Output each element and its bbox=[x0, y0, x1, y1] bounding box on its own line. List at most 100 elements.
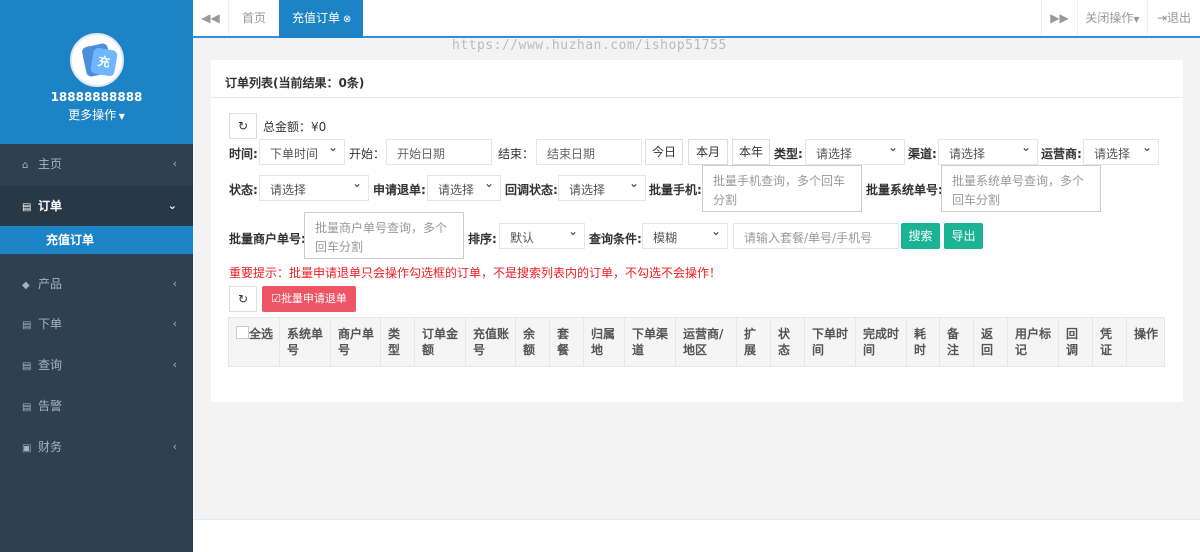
this-month-button[interactable]: 本月 bbox=[688, 139, 728, 165]
type-select[interactable]: 请选择 bbox=[805, 139, 905, 165]
home-icon: ⌂ bbox=[22, 160, 29, 171]
avatar[interactable]: 充 bbox=[70, 33, 124, 87]
warning-text: 重要提示：批量申请退单只会操作勾选框的订单，不是搜索列表内的订单，不勾选不会操作… bbox=[229, 266, 722, 280]
column-header: 操作 bbox=[1134, 327, 1159, 341]
sidebar-item-alerts[interactable]: ▤ 告警 bbox=[0, 386, 193, 426]
scroll-right-button[interactable]: ▶▶ bbox=[1041, 0, 1077, 36]
column-header: 备注 bbox=[940, 318, 974, 366]
query-condition-select[interactable]: 模糊 bbox=[642, 223, 728, 249]
time-label: 时间: bbox=[229, 147, 258, 161]
column-header: 全选 bbox=[249, 327, 274, 341]
column-header: 状态 bbox=[771, 318, 805, 366]
batch-merchant-no-textarea[interactable]: 批量商户单号查询，多个回车分割 bbox=[304, 212, 464, 259]
double-left-icon: ◀◀ bbox=[201, 11, 220, 25]
export-button[interactable]: 导出 bbox=[944, 223, 983, 249]
column-header: 完成时间 bbox=[856, 318, 907, 366]
column-header: 下单渠道 bbox=[625, 318, 676, 366]
refresh-button[interactable]: ↻ bbox=[229, 113, 257, 139]
column-header: 凭证 bbox=[1093, 318, 1127, 366]
close-icon[interactable]: ⊗ bbox=[343, 14, 351, 25]
tab-home[interactable]: 首页 bbox=[229, 0, 279, 36]
logout-button[interactable]: ⇥退出 bbox=[1147, 0, 1200, 36]
sidebar-item-label: 下单 bbox=[38, 317, 63, 331]
sidebar-item-label: 财务 bbox=[38, 440, 63, 454]
tab-label: 充值订单 bbox=[292, 11, 341, 25]
batch-refund-button[interactable]: ☑批量申请退单 bbox=[262, 286, 356, 312]
sidebar-subitem-recharge-orders[interactable]: 充值订单 bbox=[0, 226, 193, 254]
sidebar-item-home[interactable]: ⌂ 主页 ‹ bbox=[0, 144, 193, 184]
batch-refund-label: 批量申请退单 bbox=[280, 292, 347, 305]
refresh-icon: ↻ bbox=[237, 292, 249, 306]
sidebar-item-query[interactable]: ▤ 查询 ‹ bbox=[0, 345, 193, 385]
operator-label: 运营商: bbox=[1041, 147, 1082, 161]
column-header: 余额 bbox=[516, 318, 550, 366]
sidebar-item-label: 产品 bbox=[38, 277, 63, 291]
column-header: 运营商/地区 bbox=[676, 318, 737, 366]
sidebar-item-place-order[interactable]: ▤ 下单 ‹ bbox=[0, 304, 193, 344]
batch-phone-textarea[interactable]: 批量手机查询，多个回车分割 bbox=[702, 165, 862, 212]
channel-select[interactable]: 请选择 bbox=[938, 139, 1038, 165]
sign-out-icon: ⇥ bbox=[1156, 11, 1168, 25]
column-header: 充值账号 bbox=[466, 318, 516, 366]
total-amount: 总金额：¥0 bbox=[263, 120, 327, 134]
refund-select[interactable]: 请选择 bbox=[427, 175, 501, 201]
scroll-left-button[interactable]: ◀◀ bbox=[193, 0, 229, 36]
sidebar-item-products[interactable]: ◆ 产品 ‹ bbox=[0, 264, 193, 304]
select-all-checkbox[interactable] bbox=[236, 326, 249, 339]
operator-select[interactable]: 请选择 bbox=[1083, 139, 1159, 165]
caret-down-icon: ▼ bbox=[1133, 15, 1140, 24]
time-select[interactable]: 下单时间 bbox=[259, 139, 345, 165]
column-header: 回调 bbox=[1059, 318, 1093, 366]
callback-status-select[interactable]: 请选择 bbox=[558, 175, 646, 201]
column-header: 返回 bbox=[974, 318, 1008, 366]
logout-label: 退出 bbox=[1167, 11, 1192, 25]
file-icon: ▤ bbox=[22, 320, 32, 331]
search-button[interactable]: 搜索 bbox=[901, 223, 940, 249]
start-date-input[interactable]: 开始日期 bbox=[386, 139, 492, 165]
file-icon: ▤ bbox=[22, 202, 32, 213]
end-label: 结束： bbox=[498, 147, 535, 161]
channel-label: 渠道: bbox=[908, 147, 937, 161]
sidebar-item-label: 订单 bbox=[38, 199, 63, 213]
status-select[interactable]: 请选择 bbox=[259, 175, 369, 201]
money-icon: ▣ bbox=[22, 443, 32, 454]
chevron-down-icon: ⌄ bbox=[167, 199, 177, 212]
cube-icon: ◆ bbox=[22, 280, 30, 291]
close-operations-dropdown[interactable]: 关闭操作▼ bbox=[1077, 0, 1147, 36]
avatar-glyph: 充 bbox=[89, 47, 119, 77]
table-refresh-button[interactable]: ↻ bbox=[229, 286, 257, 312]
column-header: 耗时 bbox=[907, 318, 940, 366]
column-header: 下单时间 bbox=[805, 318, 856, 366]
tab-recharge-orders[interactable]: 充值订单 ⊗ bbox=[279, 0, 363, 38]
footer-bar bbox=[193, 519, 1200, 552]
sidebar-item-label: 查询 bbox=[38, 358, 63, 372]
sidebar: 充 18888888888 更多操作 ▼ ⌂ 主页 ‹ ▤ 订单 ⌄ 充值订单 ◆ 产品 ‹… bbox=[0, 0, 193, 552]
file-icon: ▤ bbox=[22, 402, 32, 413]
caret-down-icon: ▼ bbox=[116, 112, 125, 121]
query-condition-label: 查询条件: bbox=[589, 232, 642, 246]
checkbox-icon: ☑ bbox=[271, 292, 281, 305]
batch-system-no-textarea[interactable]: 批量系统单号查询，多个回车分割 bbox=[941, 165, 1101, 212]
close-operations-label: 关闭操作 bbox=[1085, 11, 1134, 25]
refresh-icon: ↻ bbox=[237, 119, 249, 133]
column-header: 订单金额 bbox=[415, 318, 466, 366]
more-actions-label: 更多操作 bbox=[68, 108, 117, 122]
status-label: 状态: bbox=[229, 183, 258, 197]
double-right-icon: ▶▶ bbox=[1050, 11, 1069, 25]
today-button[interactable]: 今日 bbox=[645, 139, 683, 165]
tab-bar: ◀◀ 首页 充值订单 ⊗ ▶▶ 关闭操作▼ ⇥退出 bbox=[193, 0, 1200, 38]
refund-label: 申请退单: bbox=[373, 183, 426, 197]
sidebar-item-label: 告警 bbox=[38, 399, 63, 413]
end-date-input[interactable]: 结束日期 bbox=[536, 139, 642, 165]
more-actions-dropdown[interactable]: 更多操作 ▼ bbox=[0, 106, 193, 123]
chevron-left-icon: ‹ bbox=[172, 358, 177, 371]
batch-system-no-label: 批量系统单号: bbox=[866, 183, 943, 197]
sidebar-item-finance[interactable]: ▣ 财务 ‹ bbox=[0, 427, 193, 467]
select-all-header[interactable]: 全选 bbox=[229, 318, 280, 366]
batch-phone-label: 批量手机: bbox=[649, 183, 702, 197]
sidebar-item-orders[interactable]: ▤ 订单 ⌄ bbox=[0, 186, 193, 226]
sort-select[interactable]: 默认 bbox=[499, 223, 585, 249]
column-header: 扩展 bbox=[737, 318, 771, 366]
this-year-button[interactable]: 本年 bbox=[732, 139, 770, 165]
search-input[interactable]: 请输入套餐/单号/手机号 bbox=[733, 223, 899, 249]
